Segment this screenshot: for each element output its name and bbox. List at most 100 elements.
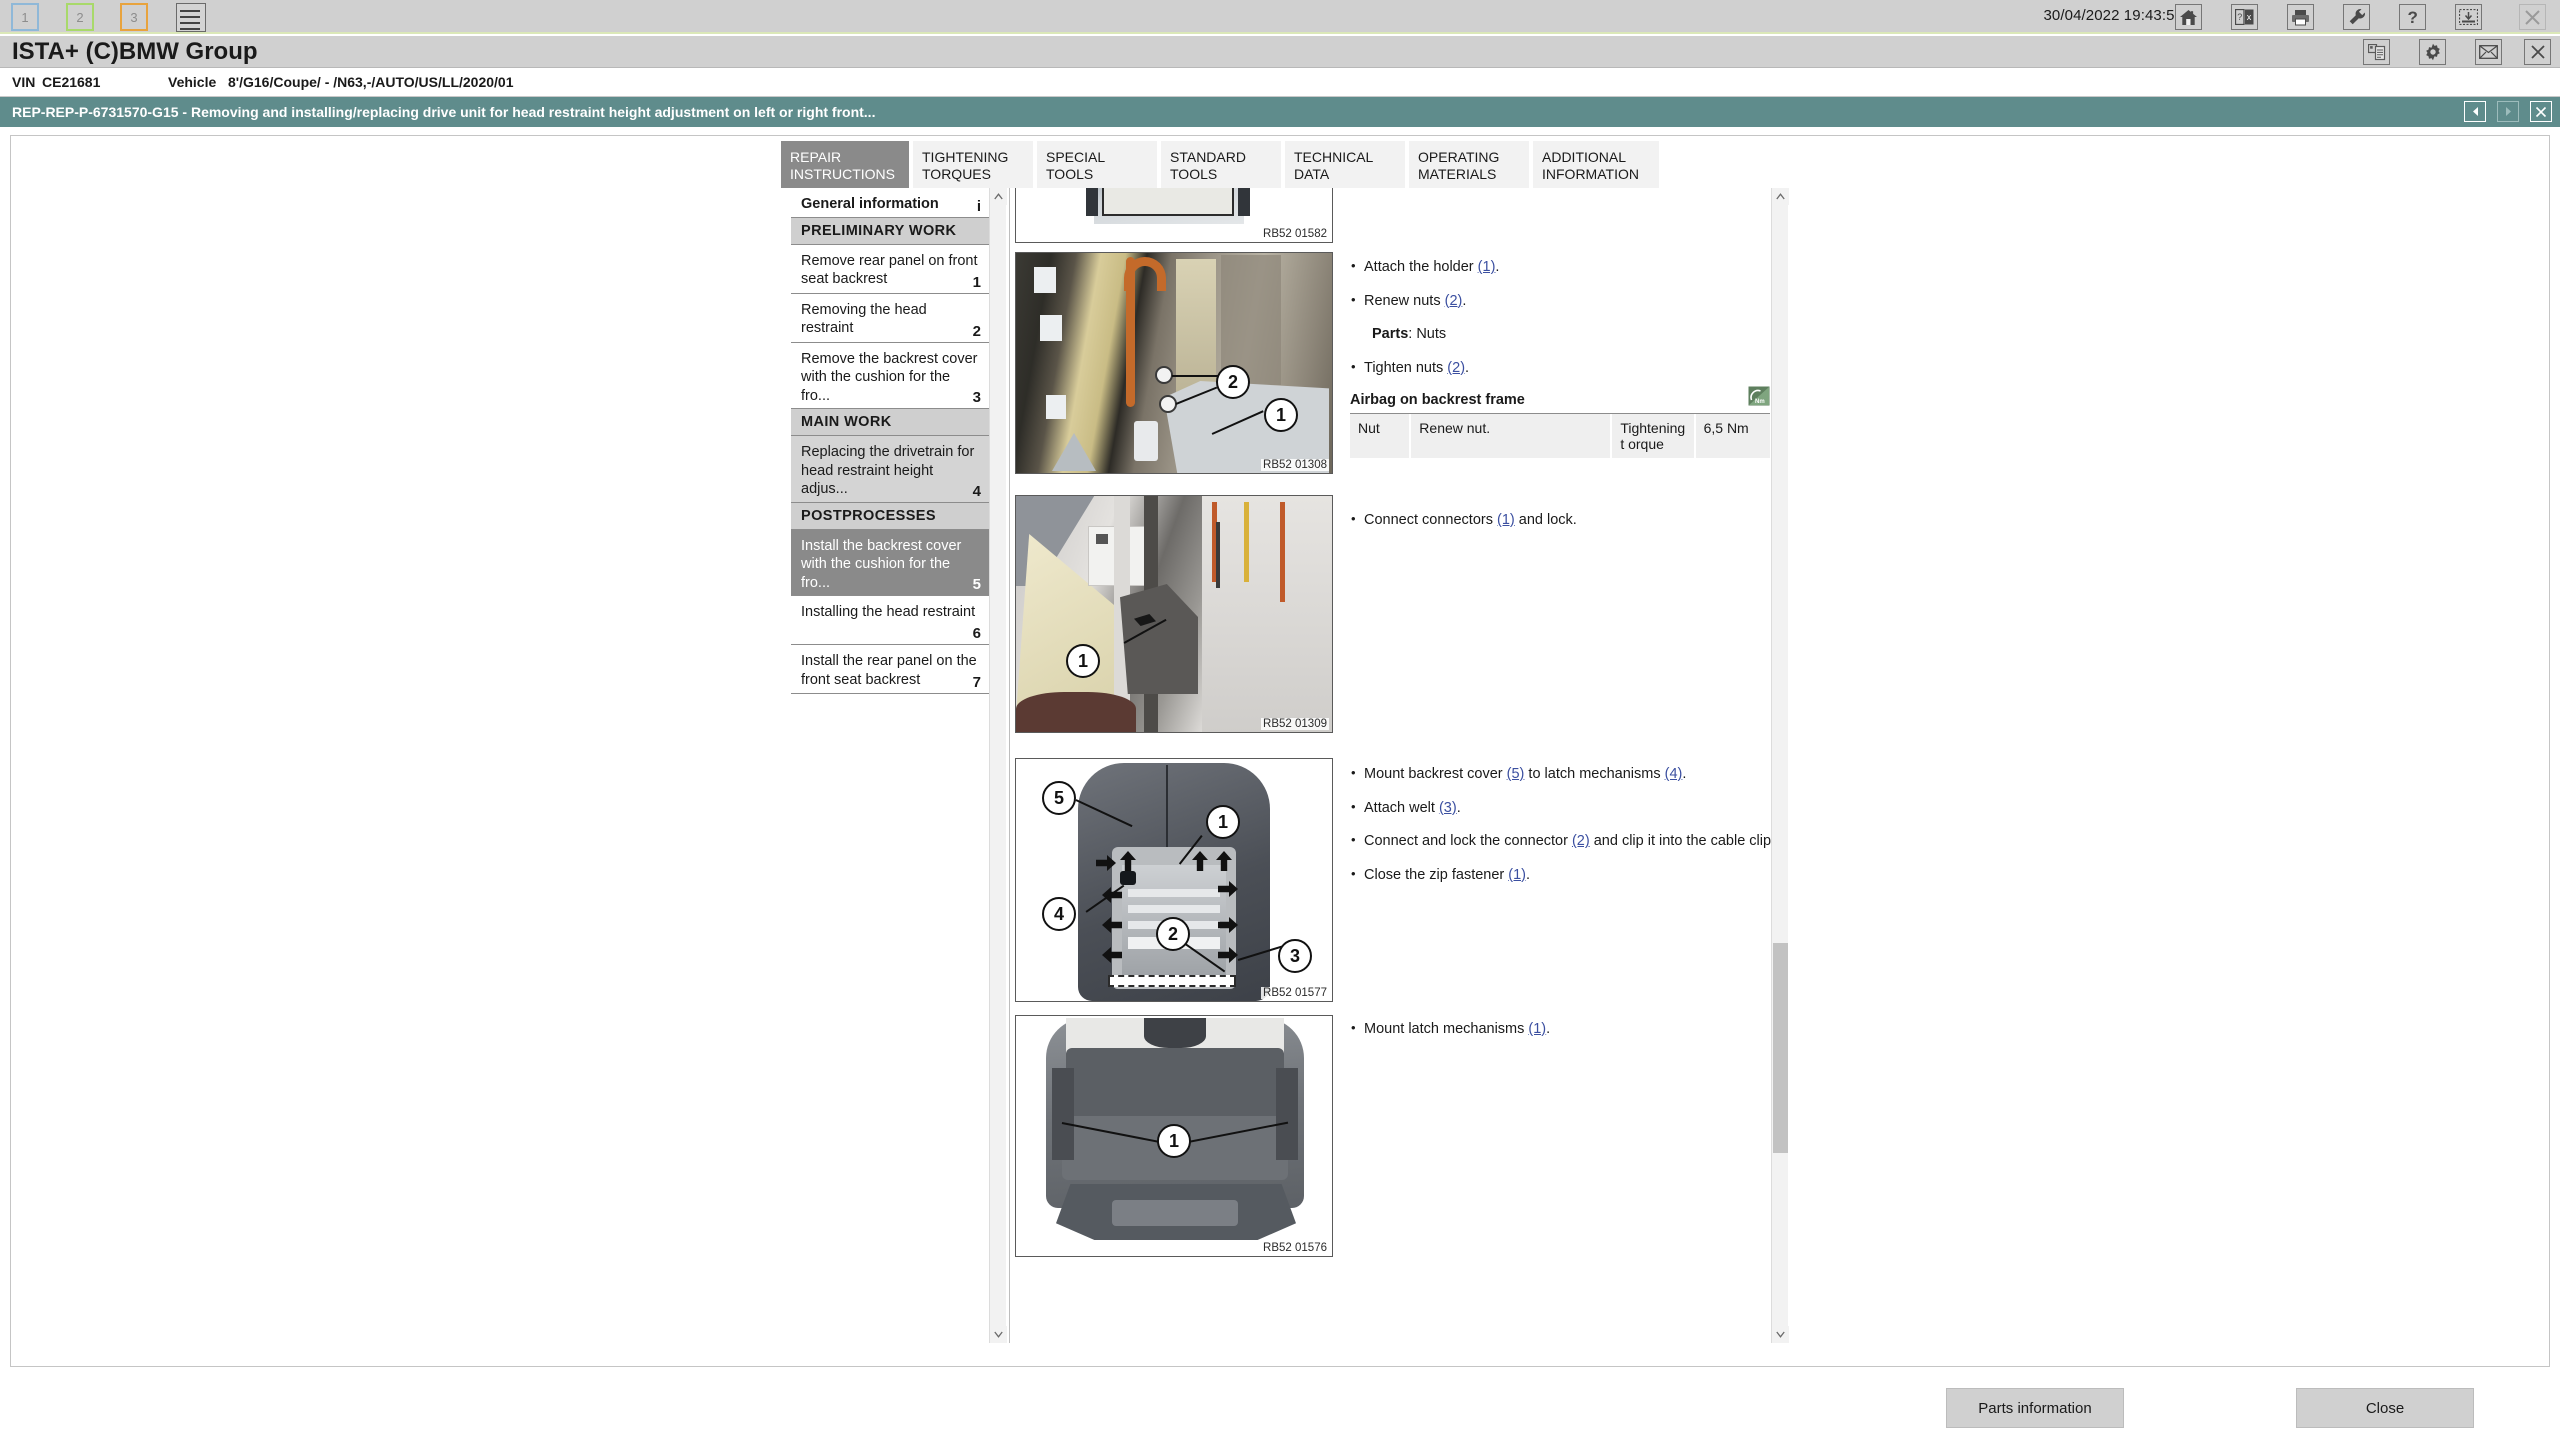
tab-label: OPERATING MATERIALS xyxy=(1418,149,1500,183)
figure-caption: RB52 01577 xyxy=(1261,987,1329,999)
list-icon[interactable] xyxy=(176,3,206,32)
step-2-label: 2 xyxy=(76,9,84,25)
ref-link[interactable]: (1) xyxy=(1497,512,1515,528)
tab-technical-data[interactable]: TECHNICAL DATA xyxy=(1285,141,1407,188)
torque-cell-type: Tightening t orque xyxy=(1611,414,1696,459)
minimize-icon[interactable] xyxy=(2455,4,2482,30)
instruction-line: Mount latch mechanisms (1). xyxy=(1350,1019,1770,1040)
tab-special-tools[interactable]: SPECIAL TOOLS xyxy=(1037,141,1159,188)
help-icon[interactable]: ? xyxy=(2399,4,2426,30)
sidebar-item-label: Remove the backrest cover with the cushi… xyxy=(801,350,978,404)
ref-link[interactable]: (1) xyxy=(1508,867,1526,883)
instruction-block-1: Attach the holder (1). Renew nuts (2). P… xyxy=(1350,257,1770,459)
ref-link[interactable]: (4) xyxy=(1665,766,1683,782)
mail-icon[interactable] xyxy=(2475,39,2502,65)
vehicle-label: Vehicle xyxy=(168,74,217,90)
sidebar-item-label: Removing the head restraint xyxy=(801,301,927,337)
ref-link[interactable]: (2) xyxy=(1447,360,1465,376)
svg-text:?: ? xyxy=(2407,8,2417,26)
sidebar-scroll-down-icon[interactable] xyxy=(990,1326,1007,1343)
ref-link[interactable]: (2) xyxy=(1445,293,1463,309)
figure-rb52-01582[interactable]: 2 RB52 01582 xyxy=(1015,188,1333,243)
tab-label: TIGHTENING TORQUES xyxy=(922,149,1009,183)
callout-2: 2 xyxy=(1156,917,1190,951)
procedure-bar: REP-REP-P-6731570-G15 - Removing and ins… xyxy=(0,97,2560,127)
screenshot-icon[interactable]: ? x xyxy=(2231,4,2258,30)
callout-1: 1 xyxy=(1264,398,1298,432)
sidebar-item-install-rear-panel[interactable]: Install the rear panel on the front seat… xyxy=(791,645,989,695)
sidebar-header-postprocesses: POSTPROCESSES xyxy=(791,502,989,530)
close-icon[interactable] xyxy=(2524,39,2551,65)
step-indicator-3[interactable]: 3 xyxy=(120,3,148,31)
figure-rb52-01308[interactable]: 2 1 RB52 01308 xyxy=(1015,252,1333,474)
wrench-icon[interactable] xyxy=(2343,4,2370,30)
sidebar-item-remove-backrest-cover[interactable]: Remove the backrest cover with the cushi… xyxy=(791,342,989,410)
doc-scroll-down-icon[interactable] xyxy=(1772,1326,1789,1343)
parts-line: Parts: Nuts xyxy=(1372,326,1447,343)
document-scroll-thumb[interactable] xyxy=(1773,943,1788,1153)
datetime-display: 30/04/2022 19:43:57 xyxy=(2043,7,2183,24)
sidebar-item-label: Install the backrest cover with the cush… xyxy=(801,537,962,591)
sidebar-item-number: 3 xyxy=(972,389,981,407)
figure-caption: RB52 01576 xyxy=(1261,1242,1329,1254)
gear-icon[interactable] xyxy=(2419,39,2446,65)
home-icon[interactable] xyxy=(2175,4,2202,30)
sidebar-item-install-backrest-cover[interactable]: Install the backrest cover with the cush… xyxy=(791,529,989,597)
tab-label: SPECIAL TOOLS xyxy=(1046,149,1105,183)
sidebar-item-number: i xyxy=(976,197,981,215)
tab-label: ADDITIONAL INFORMATION xyxy=(1542,149,1639,183)
ref-link[interactable]: (2) xyxy=(1572,833,1590,849)
instruction-line: Mount backrest cover (5) to latch mechan… xyxy=(1350,764,1785,785)
sidebar-scroll-up-icon[interactable] xyxy=(990,188,1007,205)
tab-label: STANDARD TOOLS xyxy=(1170,149,1246,183)
table-row: Nut Renew nut. Tightening t orque 6,5 Nm xyxy=(1350,414,1770,459)
documents-icon[interactable] xyxy=(2363,39,2390,65)
step-indicator-1[interactable]: 1 xyxy=(11,3,39,31)
figure-caption: RB52 01308 xyxy=(1261,459,1329,471)
ref-link[interactable]: (1) xyxy=(1478,259,1496,275)
callout-1: 1 xyxy=(1066,644,1100,678)
tab-standard-tools[interactable]: STANDARD TOOLS xyxy=(1161,141,1283,188)
ref-link[interactable]: (3) xyxy=(1439,800,1457,816)
sidebar-item-number: 4 xyxy=(972,482,981,500)
procedure-steps-sidebar: General information i PRELIMINARY WORK Remo… xyxy=(791,188,1009,1343)
instruction-line: Attach the holder (1). xyxy=(1350,257,1770,278)
close-procedure-button[interactable] xyxy=(2530,101,2552,122)
sidebar-scrollbar[interactable] xyxy=(989,188,1007,1343)
figure-rb52-01309[interactable]: 1 RB52 01309 xyxy=(1015,495,1333,733)
tab-additional-information[interactable]: ADDITIONAL INFORMATION xyxy=(1533,141,1661,188)
sidebar-item-installing-head-restraint[interactable]: Installing the head restraint 6 xyxy=(791,596,989,646)
tab-operating-materials[interactable]: OPERATING MATERIALS xyxy=(1409,141,1531,188)
figure-caption: RB52 01309 xyxy=(1261,718,1329,730)
prev-button[interactable] xyxy=(2464,101,2486,122)
close-button[interactable]: Close xyxy=(2296,1388,2474,1428)
parts-information-button[interactable]: Parts information xyxy=(1946,1388,2124,1428)
figure-rb52-01576[interactable]: 1 RB52 01576 xyxy=(1015,1015,1333,1257)
vin-label: VIN xyxy=(12,74,36,90)
sidebar-item-general-information[interactable]: General information i xyxy=(791,188,989,218)
tab-label: TECHNICAL DATA xyxy=(1294,149,1373,183)
ref-link[interactable]: (1) xyxy=(1528,1021,1546,1037)
tab-repair-instructions[interactable]: REPAIR INSTRUCTIONS xyxy=(781,141,911,188)
content-card: REPAIR INSTRUCTIONS TIGHTENING TORQUES SPE… xyxy=(10,135,2550,1367)
print-icon[interactable] xyxy=(2287,4,2314,30)
doc-scroll-up-icon[interactable] xyxy=(1772,188,1789,205)
document-scrollbar[interactable] xyxy=(1771,188,1789,1343)
tab-tightening-torques[interactable]: TIGHTENING TORQUES xyxy=(913,141,1035,188)
next-button[interactable] xyxy=(2497,101,2519,122)
step-1-label: 1 xyxy=(21,9,29,25)
document-scroll-area: 2 RB52 01582 2 1 RB52 01308 xyxy=(1009,188,1785,1343)
figure-rb52-01577[interactable]: 5 1 4 2 3 RB52 01577 xyxy=(1015,758,1333,1002)
sidebar-item-number: 5 xyxy=(972,576,981,594)
sidebar-item-replacing-drivetrain[interactable]: Replacing the drivetrain for head restra… xyxy=(791,436,989,503)
sidebar-header-preliminary-work: PRELIMINARY WORK xyxy=(791,217,989,245)
sidebar-item-label: Remove rear panel on front seat backrest xyxy=(801,252,978,288)
procedure-title: REP-REP-P-6731570-G15 - Removing and ins… xyxy=(12,104,876,120)
sidebar-item-remove-rear-panel[interactable]: Remove rear panel on front seat backrest… xyxy=(791,244,989,294)
sidebar-item-number: 6 xyxy=(972,625,981,643)
step-indicator-2[interactable]: 2 xyxy=(66,3,94,31)
close-icon[interactable] xyxy=(2519,4,2546,30)
ref-link[interactable]: (5) xyxy=(1507,766,1525,782)
sidebar-item-removing-head-restraint[interactable]: Removing the head restraint 2 xyxy=(791,293,989,343)
nm-icon[interactable]: Nm xyxy=(1748,386,1770,406)
